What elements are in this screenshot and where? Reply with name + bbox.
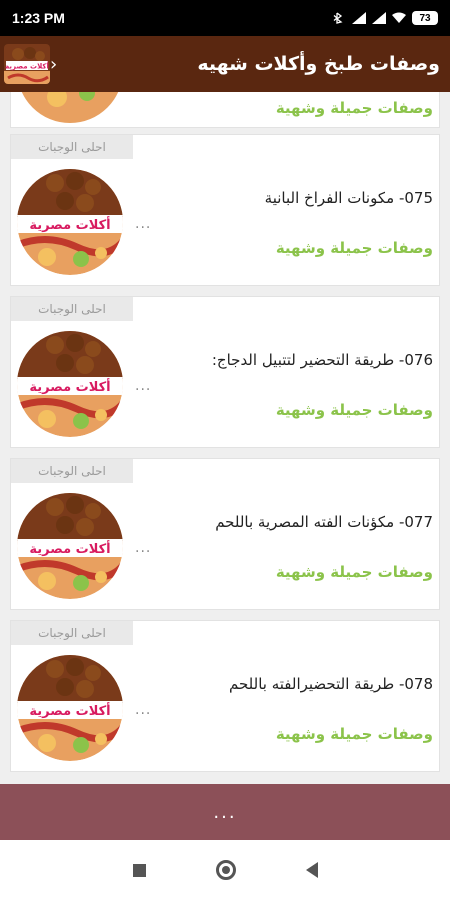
recipe-title: 078- طريقة التحضيرالفته باللحم <box>229 675 433 693</box>
list-item[interactable]: وصفات جميلة وشهية <box>10 92 440 128</box>
more-dots: ... <box>135 216 152 232</box>
recipe-title: 076- طريقة التحضير لتتبيل الدجاج: <box>211 351 433 369</box>
recipe-subtitle: وصفات جميلة وشهية <box>275 99 433 117</box>
system-nav-bar <box>0 840 450 900</box>
battery-icon: 73 <box>412 11 438 25</box>
thumbnail-text: أكلات مصرية <box>29 540 110 557</box>
wifi-icon <box>392 12 406 23</box>
back-icon[interactable] <box>305 862 318 878</box>
recipe-thumbnail: أكلات مصرية <box>17 493 123 599</box>
status-time: 1:23 PM <box>12 10 65 26</box>
list-item[interactable]: احلى الوجبات أكلات مصرية ... 077- مكؤنات… <box>10 458 440 610</box>
recipe-subtitle: وصفات جميلة وشهية <box>275 563 433 581</box>
thumbnail-text: أكلات مصرية <box>29 702 110 719</box>
recipe-thumbnail: أكلات مصرية <box>17 331 123 437</box>
chevron-left-icon: ‹ <box>50 53 58 75</box>
recipe-title: 077- مكؤنات الفته المصرية باللحم <box>215 513 433 531</box>
app-logo-text: أكلات مصرية <box>5 62 49 71</box>
home-icon[interactable] <box>215 860 236 880</box>
list-item[interactable]: احلى الوجبات أكلات مصرية ... 078- طريقة … <box>10 620 440 772</box>
thumbnail-text: أكلات مصرية <box>29 216 110 233</box>
recipe-thumbnail <box>17 92 123 123</box>
more-dots: ... <box>135 702 152 718</box>
more-dots: ... <box>135 540 152 556</box>
app-bar: وصفات طبخ وأكلات شهيه ‹ أكلات مصرية <box>0 36 450 92</box>
category-badge: احلى الوجبات <box>11 459 133 483</box>
app-title: وصفات طبخ وأكلات شهيه <box>197 53 440 75</box>
list-item[interactable]: احلى الوجبات أكلات مصرية ... 076- طريقة … <box>10 296 440 448</box>
signal-icon <box>372 12 386 24</box>
more-dots: ... <box>135 378 152 394</box>
list-item[interactable]: احلى الوجبات أكلات مصرية ... 075- مكونات… <box>10 134 440 286</box>
recipe-list[interactable]: وصفات جميلة وشهية احلى الوجبات أكلات مصر… <box>0 92 450 784</box>
recipe-thumbnail: أكلات مصرية <box>17 655 123 761</box>
category-badge: احلى الوجبات <box>11 297 133 321</box>
recipe-thumbnail: أكلات مصرية <box>17 169 123 275</box>
thumbnail-text: أكلات مصرية <box>29 378 110 395</box>
app-logo: أكلات مصرية <box>4 44 50 84</box>
app-nav-up[interactable]: ‹ أكلات مصرية <box>4 44 59 84</box>
status-bar: 1:23 PM 73 <box>0 0 450 36</box>
category-badge: احلى الوجبات <box>11 135 133 159</box>
bluetooth-icon <box>333 12 343 24</box>
screen: 1:23 PM 73 وصفات طبخ وأكلات شهيه ‹ أكلات… <box>0 0 450 900</box>
recipe-subtitle: وصفات جميلة وشهية <box>275 401 433 419</box>
signal-icon <box>352 12 366 24</box>
status-icons: 73 <box>332 11 438 25</box>
recent-apps-icon[interactable] <box>132 863 146 877</box>
recipe-subtitle: وصفات جميلة وشهية <box>275 239 433 257</box>
load-more-button[interactable]: ... <box>0 784 450 840</box>
recipe-subtitle: وصفات جميلة وشهية <box>275 725 433 743</box>
recipe-title: 075- مكونات الفراخ البانية <box>264 189 433 207</box>
category-badge: احلى الوجبات <box>11 621 133 645</box>
